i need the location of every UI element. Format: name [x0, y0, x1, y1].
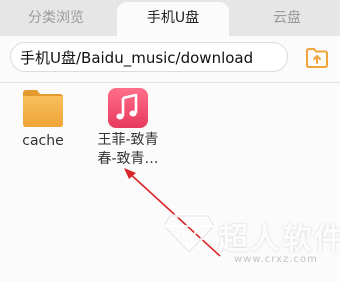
folder-up-icon [306, 48, 328, 68]
tab-bar: 分类浏览 手机U盘 云盘 [0, 0, 340, 36]
watermark-diamond-logo [162, 214, 216, 254]
tab-phone-usb[interactable]: 手机U盘 [117, 2, 229, 36]
file-item-cache[interactable]: cache [12, 88, 74, 151]
folder-up-button[interactable] [305, 47, 329, 69]
tab-cloud-disk[interactable]: 云盘 [234, 0, 340, 36]
tab-classify-browse[interactable]: 分类浏览 [0, 0, 112, 36]
file-manager-screen: 分类浏览 手机U盘 云盘 手机U盘/Baidu_music/download c… [0, 0, 340, 282]
watermark-title: 超人软件 [218, 222, 340, 257]
watermark-url: www.crxz.com [234, 254, 318, 265]
path-field[interactable]: 手机U盘/Baidu_music/download [10, 42, 288, 72]
file-item-music[interactable]: 王菲-致青春-致青… [89, 88, 167, 169]
music-file-icon [108, 88, 148, 128]
folder-icon [23, 90, 63, 127]
path-bar: 手机U盘/Baidu_music/download [0, 36, 340, 83]
file-name-music: 王菲-致青春-致青… [97, 132, 159, 167]
watermark: 超人软件 www.crxz.com [160, 208, 340, 278]
file-name-cache: cache [22, 133, 64, 149]
